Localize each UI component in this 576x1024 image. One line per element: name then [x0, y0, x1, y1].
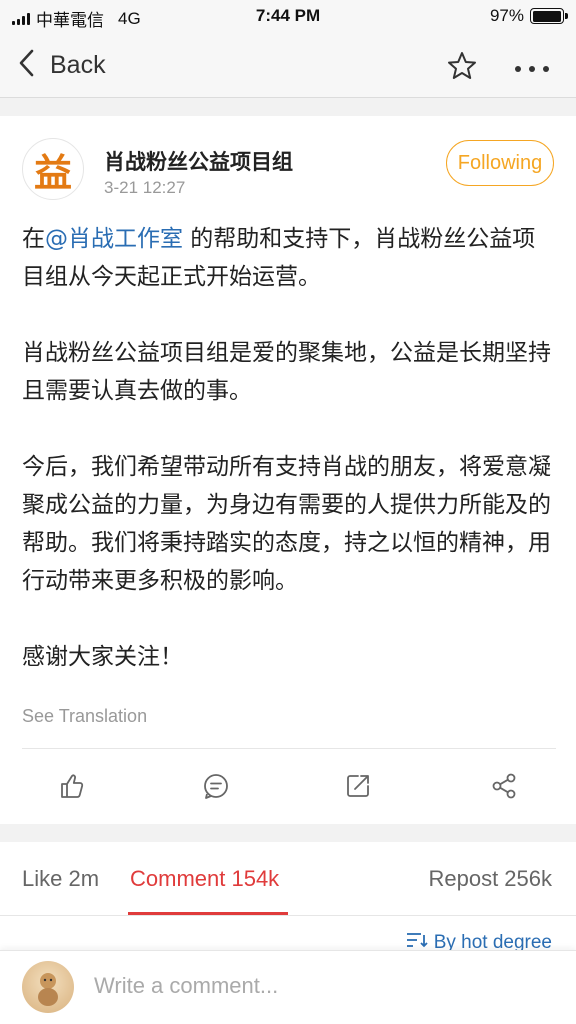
paragraph-text: 在 — [22, 226, 45, 252]
battery-icon — [530, 8, 568, 24]
share-icon — [490, 772, 518, 804]
comment-button[interactable] — [196, 768, 236, 808]
like-button[interactable] — [52, 768, 92, 808]
post-paragraph: 感谢大家关注！ — [22, 644, 183, 670]
nav-actions — [446, 50, 550, 86]
repost-icon — [344, 772, 372, 804]
author-name[interactable]: 肖战粉丝公益项目组 — [104, 146, 293, 176]
chevron-left-icon — [18, 48, 36, 82]
engagement-tabs: Like 2m Comment 154k Repost 256k By hot … — [0, 842, 576, 953]
author-avatar[interactable]: 益 — [22, 138, 84, 200]
post-paragraph: 肖战粉丝公益项目组是爱的聚集地，公益是长期坚持且需要认真去做的事。 — [22, 340, 551, 404]
avatar-figure-icon — [38, 973, 58, 1006]
user-avatar[interactable] — [22, 961, 74, 1013]
repost-button[interactable] — [338, 768, 378, 808]
battery-fill — [532, 10, 561, 22]
battery-percent: 97% — [489, 6, 524, 25]
post-actions — [0, 768, 576, 808]
post-paragraph: 在@肖战工作室 的帮助和支持下，肖战粉丝公益项目组从今天起正式开始运营。 — [22, 220, 556, 296]
nav-bar: Back — [0, 32, 576, 98]
like-icon — [58, 772, 86, 804]
post-body: 在@肖战工作室 的帮助和支持下，肖战粉丝公益项目组从今天起正式开始运营。 肖战粉… — [22, 220, 556, 676]
back-button[interactable]: Back — [18, 48, 106, 82]
divider — [0, 915, 576, 916]
following-button[interactable]: Following — [446, 140, 554, 186]
status-bar: 中華電信 4G 7:44 PM 97% — [0, 0, 576, 32]
tab-repost[interactable]: Repost 256k — [428, 866, 552, 892]
star-icon[interactable] — [446, 50, 478, 86]
post-time: 3-21 12:27 — [104, 178, 186, 197]
back-label: Back — [50, 50, 106, 79]
comment-icon — [202, 772, 230, 804]
more-icon[interactable] — [514, 59, 550, 78]
share-button[interactable] — [484, 768, 524, 808]
post-card: 益 肖战粉丝公益项目组 3-21 12:27 Following 在@肖战工作室… — [0, 116, 576, 824]
tab-like[interactable]: Like 2m — [22, 866, 99, 892]
comment-bar: Write a comment... — [0, 950, 576, 1024]
mention-link[interactable]: @肖战工作室 — [45, 226, 183, 252]
divider — [22, 748, 556, 749]
see-translation-link[interactable]: See Translation — [22, 706, 147, 727]
post-paragraph: 今后，我们希望带动所有支持肖战的朋友，将爱意凝聚成公益的力量，为身边有需要的人提… — [22, 454, 551, 594]
tab-comment[interactable]: Comment 154k — [130, 866, 279, 892]
status-right: 97% — [489, 6, 568, 26]
comment-input[interactable]: Write a comment... — [94, 973, 278, 999]
